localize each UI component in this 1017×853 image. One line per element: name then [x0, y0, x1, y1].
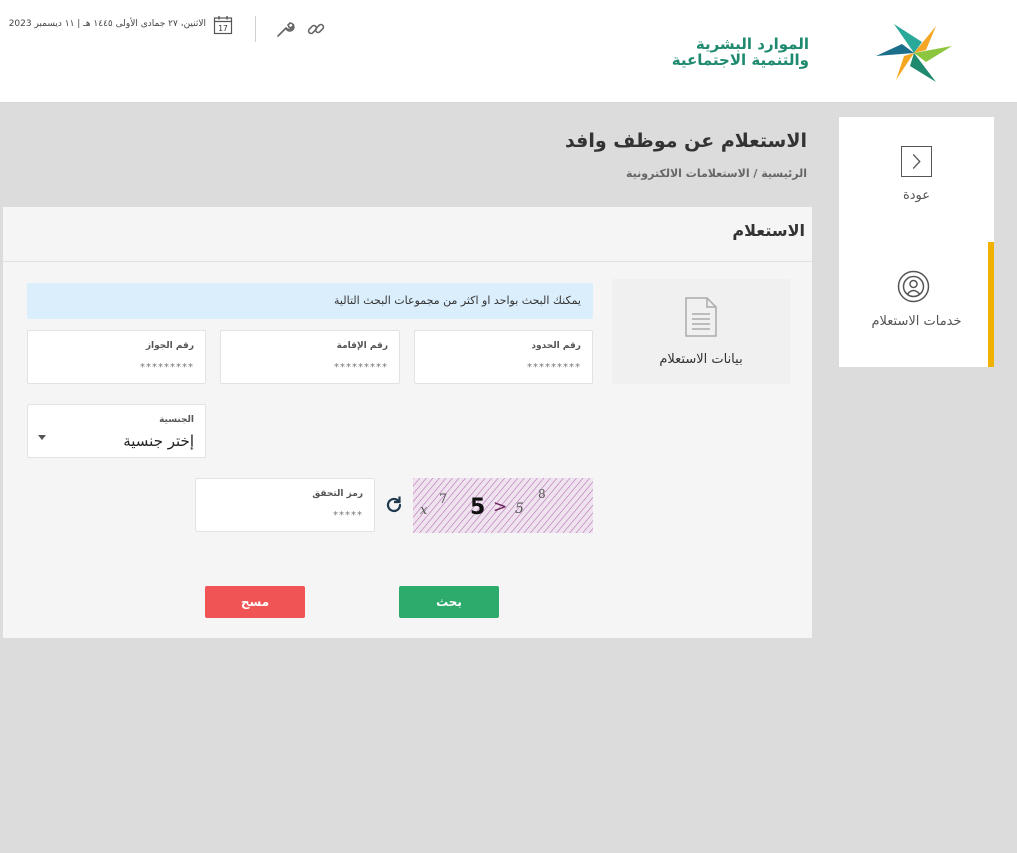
inquiry-data-label: بيانات الاستعلام [659, 352, 743, 367]
inquiry-services-icon[interactable] [897, 270, 930, 303]
header-divider [255, 16, 256, 42]
captcha-char-5: 5 [515, 501, 524, 517]
logo-line-2: والتنمية الاجتماعية [671, 51, 809, 69]
back-link[interactable]: عودة [839, 188, 994, 203]
document-icon [685, 297, 717, 337]
captcha-char-3: 5 [470, 495, 485, 520]
nationality-label: الجنسية [159, 415, 194, 425]
captcha-input[interactable]: ***** [333, 510, 363, 521]
top-header: الموارد البشرية والتنمية الاجتماعية 17 ا… [0, 0, 1017, 103]
breadcrumb[interactable]: الرئيسية / الاستعلامات الالكترونية [626, 167, 807, 180]
link-icon[interactable] [305, 18, 327, 40]
nationality-select[interactable]: الجنسية إختر جنسية [27, 404, 206, 458]
logo-line-1: الموارد البشرية [695, 35, 809, 53]
captcha-char-2: 7 [439, 492, 447, 507]
iqama-number-field[interactable]: رقم الإقامة ********* [220, 330, 400, 384]
panel-title: الاستعلام [732, 221, 805, 240]
clear-button[interactable]: مسح [205, 586, 305, 618]
captcha-char-4: > [493, 497, 507, 517]
refresh-icon[interactable] [384, 495, 404, 515]
passport-number-label: رقم الجواز [145, 341, 194, 351]
logo-star-icon [876, 24, 952, 82]
nationality-value[interactable]: إختر جنسية [123, 432, 194, 450]
captcha-char-6: 8 [538, 487, 546, 501]
chevron-down-icon[interactable] [38, 435, 46, 440]
search-notice: يمكنك البحث بواحد او اكثر من مجموعات الب… [27, 283, 593, 319]
captcha-label: رمز التحقق [312, 489, 363, 499]
captcha-char-1: x [420, 503, 428, 518]
back-arrow-icon[interactable] [901, 146, 932, 177]
sidebar-item-inquiry-services[interactable]: خدمات الاستعلام [839, 314, 994, 329]
search-button[interactable]: بحث [399, 586, 499, 618]
captcha-field[interactable]: رمز التحقق ***** [195, 478, 375, 532]
border-number-field[interactable]: رقم الحدود ********* [414, 330, 593, 384]
iqama-number-label: رقم الإقامة [336, 341, 388, 351]
captcha-image: x 7 5 > 5 8 [413, 478, 593, 533]
logo-text: الموارد البشرية والتنمية الاجتماعية [672, 36, 809, 68]
ministry-logo[interactable]: الموارد البشرية والتنمية الاجتماعية [672, 20, 957, 88]
page-title: الاستعلام عن موظف وافد [564, 130, 807, 152]
current-date: الاثنين، ٢٧ جمادى الأولى ١٤٤٥ هـ | ١١ دي… [8, 19, 206, 29]
notice-text: يمكنك البحث بواحد او اكثر من مجموعات الب… [334, 294, 581, 307]
calendar-icon: 17 [213, 16, 233, 35]
iqama-number-input[interactable]: ********* [334, 362, 388, 373]
passport-number-field[interactable]: رقم الجواز ********* [27, 330, 206, 384]
wrench-icon[interactable] [274, 18, 296, 40]
border-number-input[interactable]: ********* [527, 362, 581, 373]
border-number-label: رقم الحدود [531, 341, 581, 351]
active-accent-bar [988, 242, 994, 367]
calendar-day: 17 [218, 24, 228, 33]
passport-number-input[interactable]: ********* [140, 362, 194, 373]
panel-divider [3, 261, 812, 262]
